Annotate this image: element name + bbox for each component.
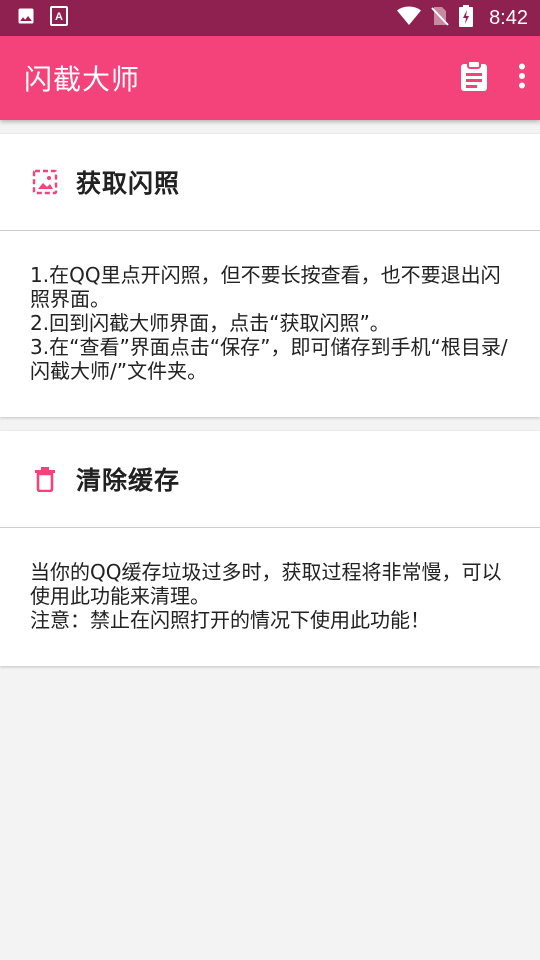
card-instructions: 1.在QQ里点开闪照，但不要长按查看，也不要退出闪照界面。 2.回到闪截大师界面… bbox=[0, 231, 540, 417]
more-vert-icon[interactable] bbox=[518, 63, 526, 93]
card-title: 清除缓存 bbox=[76, 466, 181, 495]
instruction-line: 2.回到闪截大师界面，点击“获取闪照”。 bbox=[30, 311, 390, 335]
card-title: 获取闪照 bbox=[76, 169, 181, 198]
svg-text:A: A bbox=[55, 11, 63, 23]
trash-icon bbox=[32, 466, 58, 492]
clear-cache-card: 清除缓存 当你的QQ缓存垃圾过多时，获取过程将非常慢，可以使用此功能来清理。 注… bbox=[0, 431, 540, 666]
description-line: 当你的QQ缓存垃圾过多时，获取过程将非常慢，可以使用此功能来清理。 bbox=[30, 560, 502, 608]
clear-cache-button[interactable]: 清除缓存 bbox=[0, 431, 540, 528]
text-a-icon: A bbox=[50, 6, 68, 30]
battery-charging-icon bbox=[459, 5, 474, 31]
image-icon bbox=[16, 6, 36, 30]
wifi-icon bbox=[397, 6, 422, 30]
app-bar: 闪截大师 bbox=[0, 36, 540, 120]
instruction-line: 1.在QQ里点开闪照，但不要长按查看，也不要退出闪照界面。 bbox=[30, 263, 501, 311]
no-sim-icon bbox=[431, 6, 449, 30]
get-flash-photo-button[interactable]: 获取闪照 bbox=[0, 134, 540, 231]
instruction-line: 3.在“查看”界面点击“保存”，即可储存到手机“根目录/闪截大师/”文件夹。 bbox=[30, 335, 508, 383]
app-title: 闪截大师 bbox=[24, 63, 141, 96]
description-line: 注意：禁止在闪照打开的情况下使用此功能！ bbox=[30, 608, 430, 632]
photo-icon bbox=[32, 169, 58, 195]
card-description: 当你的QQ缓存垃圾过多时，获取过程将非常慢，可以使用此功能来清理。 注意：禁止在… bbox=[0, 528, 540, 666]
clipboard-icon[interactable] bbox=[460, 60, 488, 96]
status-time: 8:42 bbox=[489, 6, 528, 29]
get-flash-photo-card: 获取闪照 1.在QQ里点开闪照，但不要长按查看，也不要退出闪照界面。 2.回到闪… bbox=[0, 134, 540, 417]
status-bar: A 8:42 bbox=[0, 0, 540, 36]
